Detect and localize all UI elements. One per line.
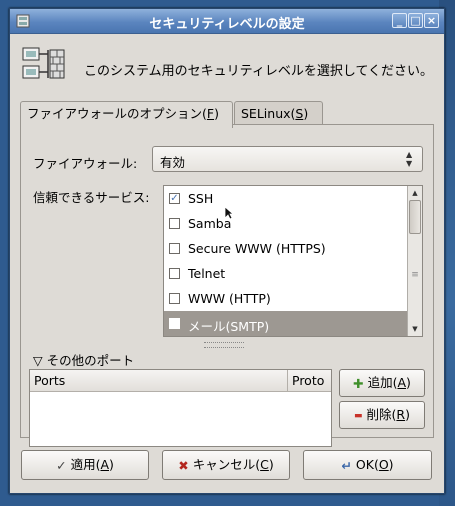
trusted-services-list[interactable]: ✓ SSH Samba Secure WWW (HTTPS) Telnet WW… (163, 185, 423, 337)
button-mnemonic: O (378, 457, 389, 472)
scroll-down-icon[interactable]: ▼ (409, 323, 421, 335)
button-label: キャンセル( (192, 457, 261, 472)
service-row-http[interactable]: WWW (HTTP) (164, 286, 408, 311)
button-label: 適用( (70, 457, 101, 472)
button-mnemonic: A (100, 457, 110, 472)
button-label-end: ) (268, 457, 274, 472)
button-label-end: ) (406, 375, 411, 390)
close-button[interactable]: × (424, 13, 439, 28)
add-port-button[interactable]: ✚ 追加(A) (339, 369, 425, 397)
other-ports-expander[interactable]: ▽ その他のポート (33, 350, 134, 369)
service-row-https[interactable]: Secure WWW (HTTPS) (164, 236, 408, 261)
tab-label-end: ) (303, 106, 309, 121)
column-header-proto[interactable]: Proto (288, 370, 331, 392)
scroll-thumb[interactable] (409, 200, 421, 234)
title-bar[interactable]: セキュリティレベルの設定 _ □ × (10, 9, 444, 34)
maximize-icon: □ (410, 14, 421, 27)
scroll-up-icon[interactable]: ▲ (409, 187, 421, 199)
button-mnemonic: A (397, 375, 407, 390)
tab-label: SELinux( (241, 106, 296, 121)
window-title: セキュリティレベルの設定 (149, 17, 305, 32)
checkbox-smtp[interactable] (169, 318, 180, 329)
ok-button[interactable]: ↵ OK(O) (303, 450, 432, 480)
checkbox-telnet[interactable] (169, 268, 180, 279)
checkbox-ssh[interactable]: ✓ (169, 193, 180, 204)
apply-button[interactable]: ✓ 適用(A) (21, 450, 149, 480)
firewall-options-panel: ファイアウォール: 有効 ▲ ▼ 信頼できるサービス: ✓ SSH Samba S… (20, 124, 434, 447)
button-mnemonic: C (260, 457, 269, 472)
service-label: SSH (188, 191, 214, 206)
enter-arrow-icon: ↵ (341, 457, 352, 473)
tab-firewall-options[interactable]: ファイアウォールのオプション(F) (20, 101, 233, 128)
other-ports-table[interactable]: Ports Proto (29, 369, 332, 447)
cancel-button[interactable]: ✖ キャンセル(C) (162, 450, 290, 480)
service-row-telnet[interactable]: Telnet (164, 261, 408, 286)
tab-mnemonic: F (206, 106, 215, 121)
service-label: Telnet (188, 266, 226, 281)
button-mnemonic: R (396, 407, 406, 422)
button-label-end: ) (388, 457, 394, 472)
button-label: 削除( (366, 407, 397, 422)
network-firewall-icon (22, 47, 65, 79)
minus-icon: ▬ (354, 410, 363, 421)
header-description: このシステム用のセキュリティレベルを選択してください。 (84, 64, 434, 79)
button-label: OK( (355, 457, 379, 472)
minimize-button[interactable]: _ (392, 13, 407, 28)
services-scrollbar[interactable]: ▲ ≡ ▼ (407, 186, 422, 336)
mouse-cursor-icon (224, 206, 234, 220)
resize-grip[interactable] (204, 342, 244, 348)
checkbox-samba[interactable] (169, 218, 180, 229)
cross-icon: ✖ (178, 457, 189, 473)
plus-icon: ✚ (353, 375, 364, 391)
minimize-icon: _ (396, 14, 403, 27)
security-level-dialog: セキュリティレベルの設定 _ □ × このシステム用のセキュリティレベルを選択し… (9, 8, 445, 494)
dialog-header: このシステム用のセキュリティレベルを選択してください。 (20, 43, 436, 87)
firewall-combobox[interactable]: 有効 ▲ ▼ (152, 146, 423, 172)
close-icon: × (426, 14, 437, 27)
firewall-label: ファイアウォール: (33, 156, 138, 171)
column-header-ports[interactable]: Ports (30, 370, 288, 392)
button-label-end: ) (405, 407, 410, 422)
checkbox-http[interactable] (169, 293, 180, 304)
service-label: メール(SMTP) (188, 319, 270, 334)
scroll-grip-icon: ≡ (411, 270, 419, 280)
triangle-down-icon: ▽ (33, 353, 43, 368)
remove-port-button[interactable]: ▬ 削除(R) (339, 401, 425, 429)
tab-label: ファイアウォールのオプション( (27, 106, 207, 121)
maximize-button[interactable]: □ (408, 13, 423, 28)
service-row-samba[interactable]: Samba (164, 211, 408, 236)
trusted-services-label: 信頼できるサービス: (33, 190, 150, 205)
tab-label-end: ) (214, 106, 219, 121)
service-row-ssh[interactable]: ✓ SSH (164, 186, 408, 211)
checkbox-https[interactable] (169, 243, 180, 254)
service-label: Secure WWW (HTTPS) (188, 241, 326, 256)
button-label-end: ) (109, 457, 114, 472)
tab-selinux[interactable]: SELinux(S) (234, 101, 323, 125)
service-row-smtp[interactable]: メール(SMTP) (164, 311, 408, 336)
button-label: 追加( (367, 375, 398, 390)
service-label: WWW (HTTP) (188, 291, 271, 306)
combo-arrows-icon: ▲ ▼ (406, 150, 413, 168)
check-icon: ✓ (56, 457, 67, 473)
firewall-value: 有効 (160, 155, 186, 170)
other-ports-label: その他のポート (46, 353, 135, 368)
